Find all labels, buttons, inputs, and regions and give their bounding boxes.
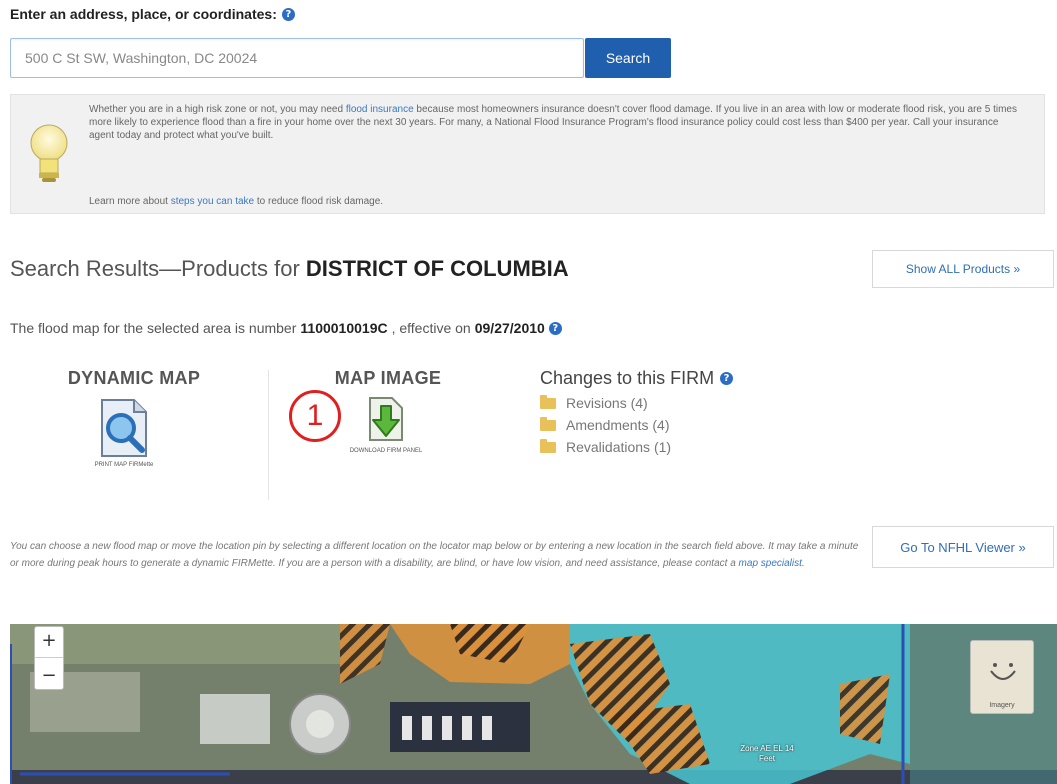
map-imagery (10, 624, 1057, 784)
changes-item-revalidations[interactable]: Revalidations (1) (540, 438, 733, 455)
flood-insurance-info-box: Whether you are in a high risk zone or n… (10, 94, 1045, 214)
dynamic-map-title: DYNAMIC MAP (67, 368, 201, 388)
results-place: DISTRICT OF COLUMBIA (305, 256, 569, 281)
download-icon[interactable] (366, 396, 406, 442)
changes-item-label: Revisions (4) (566, 395, 648, 411)
changes-item-label: Revalidations (1) (566, 439, 672, 455)
map-zoom-control: + − (34, 626, 64, 690)
map-instructions: You can choose a new flood map or move t… (10, 538, 860, 572)
flood-zone-label: Zone AE EL 14 Feet (740, 744, 794, 763)
print-map-icon[interactable] (96, 398, 150, 460)
folder-icon (540, 394, 556, 409)
address-search-input[interactable] (10, 38, 584, 78)
changes-title: Changes to this FIRM (540, 368, 715, 388)
locator-map[interactable]: + − Imagery Zone AE EL 14 Feet (10, 624, 1057, 784)
insurance-text-start: Whether you are in a high risk zone or n… (89, 104, 346, 115)
download-caption: DOWNLOAD FIRM PANEL (349, 448, 423, 454)
flood-map-info: The flood map for the selected area is n… (10, 320, 562, 336)
basemap-toggle[interactable]: Imagery (970, 640, 1034, 714)
learn-more-end: to reduce flood risk damage. (254, 196, 384, 207)
map-instructions-end: . (801, 558, 805, 569)
folder-icon (540, 416, 556, 431)
column-divider (268, 370, 269, 500)
map-specialist-link[interactable]: map specialist (739, 558, 802, 569)
zoom-out-button[interactable]: − (35, 665, 63, 686)
annotation-callout: 1 (289, 390, 341, 442)
learn-more-line: Learn more about steps you can take to r… (89, 196, 1019, 207)
folder-icon (540, 438, 556, 453)
search-label: Enter an address, place, or coordinates:… (10, 6, 295, 22)
show-all-products-button[interactable]: Show ALL Products » (872, 250, 1054, 288)
lightbulb-icon (30, 124, 68, 182)
firm-changes-section: Changes to this FIRM ? Revisions (4) Ame… (540, 368, 734, 455)
insurance-paragraph: Whether you are in a high risk zone or n… (89, 103, 1019, 142)
search-button[interactable]: Search (585, 38, 671, 78)
changes-item-revisions[interactable]: Revisions (4) (540, 394, 733, 411)
map-instructions-text: You can choose a new flood map or move t… (10, 541, 859, 569)
zoom-separator (35, 657, 63, 659)
flood-insurance-link[interactable]: flood insurance (346, 104, 414, 115)
basemap-label: Imagery (989, 702, 1015, 709)
flood-map-number: 1100010019C (300, 320, 388, 336)
map-image-title: MAP IMAGE (334, 368, 442, 388)
flood-map-text-start: The flood map for the selected area is n… (10, 320, 297, 336)
zoom-in-button[interactable]: + (35, 630, 63, 651)
help-icon[interactable]: ? (281, 7, 295, 21)
steps-link[interactable]: steps you can take (171, 196, 254, 207)
changes-title-row: Changes to this FIRM ? (540, 368, 734, 389)
search-label-text: Enter an address, place, or coordinates: (10, 6, 277, 22)
dynamic-map-section: DYNAMIC MAP (28, 368, 240, 389)
help-icon[interactable]: ? (720, 372, 734, 385)
search-results-title: Search Results—Products for DISTRICT OF … (10, 256, 569, 282)
nfhl-viewer-button[interactable]: Go To NFHL Viewer » (872, 526, 1054, 568)
map-image-section: MAP IMAGE (272, 368, 504, 389)
flood-map-date: 09/27/2010 (474, 320, 545, 336)
help-icon[interactable]: ? (548, 321, 562, 335)
learn-more-text: Learn more about (89, 196, 171, 207)
changes-item-amendments[interactable]: Amendments (4) (540, 416, 733, 433)
basemap-thumbnail-icon (990, 663, 1016, 680)
flood-map-text-mid: , effective on (391, 320, 471, 336)
print-map-caption: PRINT MAP FIRMette (94, 462, 154, 468)
results-title-prefix: Search Results—Products for (10, 256, 306, 281)
changes-item-label: Amendments (4) (566, 417, 670, 433)
